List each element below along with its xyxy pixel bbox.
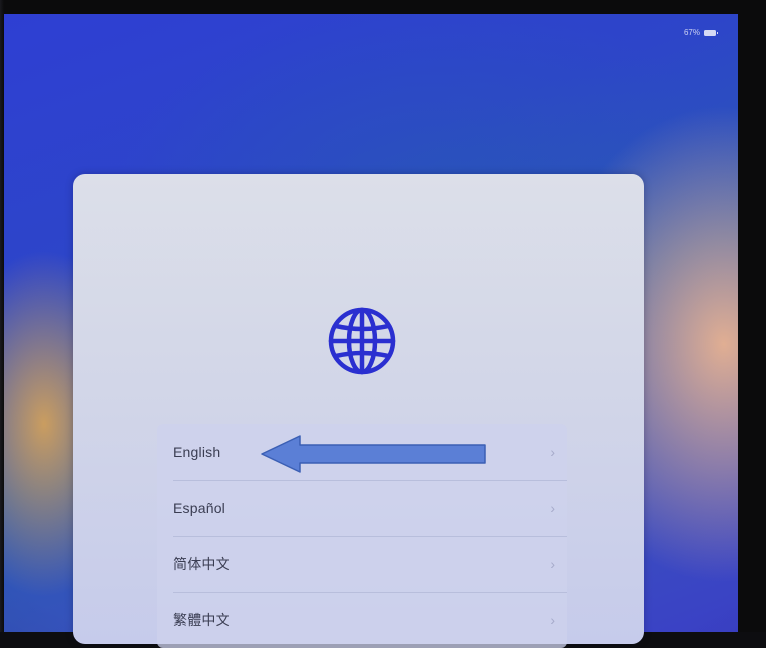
language-option-traditional-chinese[interactable]: 繁體中文 › [157,592,567,648]
chevron-right-icon: › [550,444,555,460]
battery-icon [704,29,718,36]
status-bar: 67% [683,28,718,37]
chevron-right-icon: › [550,556,555,572]
globe-icon [328,307,396,375]
language-option-simplified-chinese[interactable]: 简体中文 › [157,536,567,592]
language-option-spanish[interactable]: Español › [157,480,567,536]
language-label: English [173,444,221,460]
language-label: Español [173,500,225,516]
chevron-right-icon: › [550,500,555,516]
language-label: 简体中文 [173,556,230,572]
language-label: 繁體中文 [173,612,230,628]
chevron-right-icon: › [550,612,555,628]
left-arrow-annotation [261,435,486,473]
battery-percentage: 67% [683,28,700,37]
